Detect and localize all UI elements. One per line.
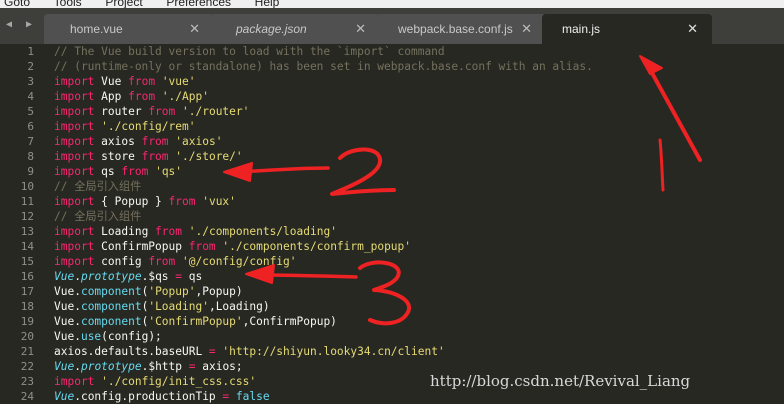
annotation-arrow-2-head <box>223 162 253 182</box>
annotation-arrow-3-head <box>245 264 275 284</box>
annotation-arrow-1 <box>644 60 702 162</box>
annotation-arrow-1-head <box>639 55 663 75</box>
annotation-digit-1 <box>658 138 665 192</box>
annotation-digit-3 <box>358 260 412 326</box>
annotation-arrow-2 <box>238 166 330 174</box>
annotation-digit-2 <box>330 147 396 196</box>
annotation-overlay <box>223 55 702 326</box>
annotation-arrow-3 <box>260 273 358 279</box>
watermark: http://blog.csdn.net/Revival_Liang <box>430 372 691 390</box>
